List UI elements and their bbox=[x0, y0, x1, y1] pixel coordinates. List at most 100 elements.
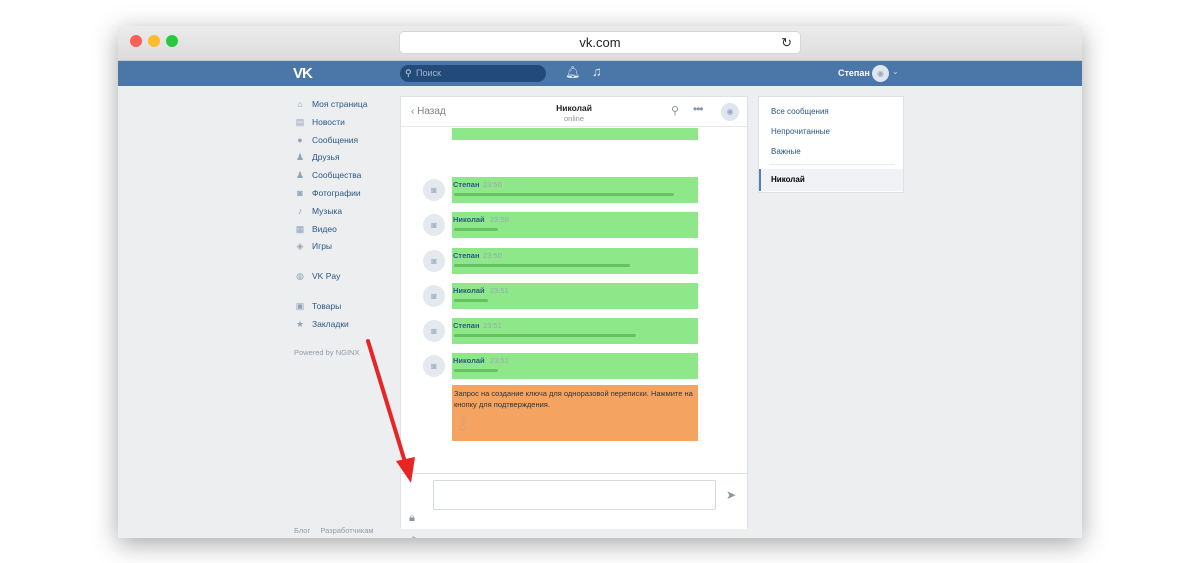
camera-icon[interactable]: ◙ bbox=[423, 214, 445, 236]
address-text: vk.com bbox=[579, 35, 621, 50]
video-icon: ▦ bbox=[295, 223, 305, 234]
nav-item-video[interactable]: ▦ Видео bbox=[294, 221, 404, 239]
footer-link-blog[interactable]: Блог bbox=[294, 526, 310, 535]
left-navigation: ⌂ Моя страница ▤ Новости ● Сообщения ♟ Друзь… bbox=[294, 96, 404, 334]
notifications-bell-icon[interactable]: 🔔︎ bbox=[565, 65, 580, 79]
message-composer: ➤ 🔒︎ ⚷ bbox=[401, 473, 747, 538]
filter-unread[interactable]: Непрочитанные bbox=[771, 127, 830, 136]
search-input[interactable]: ⚲ Поиск bbox=[400, 65, 546, 82]
nav-item-news[interactable]: ▤ Новости bbox=[294, 114, 404, 132]
footer-links: Блог Разработчикам bbox=[294, 526, 382, 535]
nav-item-bookmarks[interactable]: ★ Закладки bbox=[294, 316, 404, 334]
message-author[interactable]: Степан bbox=[453, 321, 480, 330]
send-icon[interactable]: ➤ bbox=[726, 488, 736, 502]
nav-item-label: VK Pay bbox=[312, 271, 341, 282]
nav-item-my-page[interactable]: ⌂ Моя страница bbox=[294, 96, 404, 114]
nav-item-label: Музыка bbox=[312, 205, 343, 216]
peer-avatar[interactable]: ◉ bbox=[721, 103, 739, 121]
filter-all-messages[interactable]: Все сообщения bbox=[771, 107, 829, 116]
key-icon[interactable]: ⚷ bbox=[409, 534, 417, 538]
nav-item-goods[interactable]: ▣ Товары bbox=[294, 298, 404, 316]
message-author[interactable]: Николай bbox=[453, 356, 485, 365]
active-conversation[interactable]: Николай bbox=[759, 169, 903, 191]
chat-panel: ‹ Назад Николай online ⚲ ••• ◉ ◙ Степан … bbox=[400, 96, 748, 538]
vkpay-icon: ◍ bbox=[296, 271, 304, 282]
lock-icon[interactable]: 🔒︎ bbox=[409, 512, 415, 525]
music-icon: ♪ bbox=[297, 205, 303, 216]
powered-by-text: Powered by NGINX bbox=[294, 348, 360, 357]
message-author[interactable]: Николай bbox=[453, 215, 485, 224]
message-text-redacted bbox=[454, 299, 488, 302]
browser-window: vk.com ↻ VK ⚲ Поиск 🔔︎ ♫ Степан ◉ ⌄ ⌂ Моя… bbox=[118, 26, 1082, 538]
chat-search-icon[interactable]: ⚲ bbox=[671, 104, 679, 117]
chevron-down-icon[interactable]: ⌄ bbox=[892, 67, 899, 76]
browser-titlebar: vk.com ↻ bbox=[118, 26, 1082, 61]
keys-icon[interactable]: ⚷ bbox=[455, 410, 470, 435]
nav-item-games[interactable]: ◈ Игры bbox=[294, 238, 404, 256]
address-bar[interactable]: vk.com ↻ bbox=[400, 32, 800, 53]
message-time: 23:51 bbox=[483, 321, 502, 330]
bookmarks-icon: ★ bbox=[295, 318, 305, 329]
camera-icon[interactable]: ◙ bbox=[423, 285, 445, 307]
close-window-button[interactable] bbox=[130, 35, 142, 47]
camera-icon[interactable]: ◙ bbox=[423, 250, 445, 272]
message-author[interactable]: Степан bbox=[453, 180, 480, 189]
message-item: ◙ Степан 23:50 bbox=[423, 248, 698, 274]
chat-header: ‹ Назад Николай online ⚲ ••• ◉ bbox=[401, 97, 747, 127]
camera-icon[interactable]: ◙ bbox=[423, 355, 445, 377]
nav-item-label: Игры bbox=[312, 241, 333, 252]
message-time: 23:50 bbox=[490, 215, 509, 224]
message-item: ◙ Степан 23:51 bbox=[423, 318, 698, 344]
news-icon: ▤ bbox=[295, 116, 305, 127]
message-time: 23:51 bbox=[490, 286, 509, 295]
message-item: ◙ Николай 23:51 bbox=[423, 283, 698, 309]
footer-link-developers[interactable]: Разработчикам bbox=[320, 526, 373, 535]
nav-item-label: Фотографии bbox=[312, 187, 361, 198]
maximize-window-button[interactable] bbox=[166, 35, 178, 47]
goods-icon: ▣ bbox=[295, 300, 305, 311]
camera-icon[interactable]: ◙ bbox=[423, 320, 445, 342]
user-avatar[interactable]: ◉ bbox=[872, 65, 889, 82]
friends-icon: ♟ bbox=[295, 152, 305, 163]
nav-item-friends[interactable]: ♟ Друзья bbox=[294, 149, 404, 167]
filter-important[interactable]: Важные bbox=[771, 147, 801, 156]
camera-icon[interactable]: ◙ bbox=[423, 179, 445, 201]
messages-icon: ● bbox=[297, 134, 303, 145]
nav-item-photos[interactable]: ◙ Фотографии bbox=[294, 185, 404, 203]
communities-icon: ♟ bbox=[295, 170, 305, 181]
nav-item-label: Товары bbox=[312, 300, 342, 311]
search-placeholder: Поиск bbox=[416, 68, 441, 78]
vk-logo[interactable]: VK bbox=[293, 65, 313, 82]
nav-item-vk-pay[interactable]: ◍ VK Pay bbox=[294, 268, 404, 286]
nav-item-label: Видео bbox=[312, 223, 337, 234]
key-request-message[interactable]: Запрос на создание ключа для одноразовой… bbox=[452, 385, 698, 441]
music-note-icon[interactable]: ♫ bbox=[592, 64, 602, 79]
message-text-redacted bbox=[454, 369, 498, 372]
more-options-icon[interactable]: ••• bbox=[693, 102, 704, 116]
games-icon: ◈ bbox=[296, 241, 304, 252]
message-author[interactable]: Николай bbox=[453, 286, 485, 295]
message-text-redacted bbox=[454, 228, 498, 231]
nav-item-label: Друзья bbox=[312, 152, 340, 163]
message-text-redacted bbox=[454, 264, 630, 267]
minimize-window-button[interactable] bbox=[148, 35, 160, 47]
nav-item-label: Закладки bbox=[312, 318, 349, 329]
message-text-redacted bbox=[454, 334, 636, 337]
nav-item-label: Новости bbox=[312, 116, 345, 127]
message-time: 23:50 bbox=[483, 251, 502, 260]
search-icon: ⚲ bbox=[405, 68, 412, 78]
divider bbox=[769, 164, 895, 165]
nav-item-communities[interactable]: ♟ Сообщества bbox=[294, 167, 404, 185]
nav-item-label: Сообщества bbox=[312, 170, 362, 181]
nav-item-music[interactable]: ♪ Музыка bbox=[294, 203, 404, 221]
header-username[interactable]: Степан bbox=[838, 68, 870, 78]
message-author[interactable]: Степан bbox=[453, 251, 480, 260]
message-item: ◙ Николай 23:50 bbox=[423, 212, 698, 238]
key-request-text: Запрос на создание ключа для одноразовой… bbox=[454, 389, 693, 409]
vk-header: VK ⚲ Поиск 🔔︎ ♫ Степан ◉ ⌄ bbox=[118, 61, 1082, 86]
nav-item-messages[interactable]: ● Сообщения bbox=[294, 132, 404, 150]
message-partial bbox=[452, 128, 698, 140]
reload-icon[interactable]: ↻ bbox=[781, 32, 792, 53]
message-input[interactable] bbox=[433, 480, 716, 510]
message-item: ◙ Николай 23:51 bbox=[423, 353, 698, 379]
